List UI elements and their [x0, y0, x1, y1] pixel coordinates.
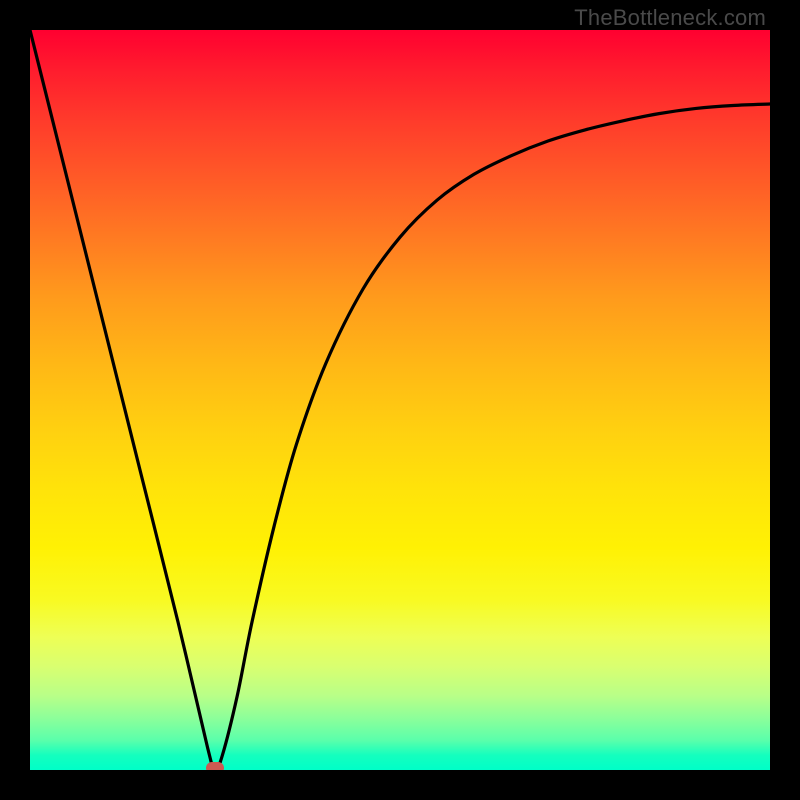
plot-area	[30, 30, 770, 770]
chart-frame: TheBottleneck.com	[0, 0, 800, 800]
optimal-point-marker	[206, 762, 224, 770]
attribution-text: TheBottleneck.com	[574, 5, 766, 31]
bottleneck-curve	[30, 30, 770, 770]
